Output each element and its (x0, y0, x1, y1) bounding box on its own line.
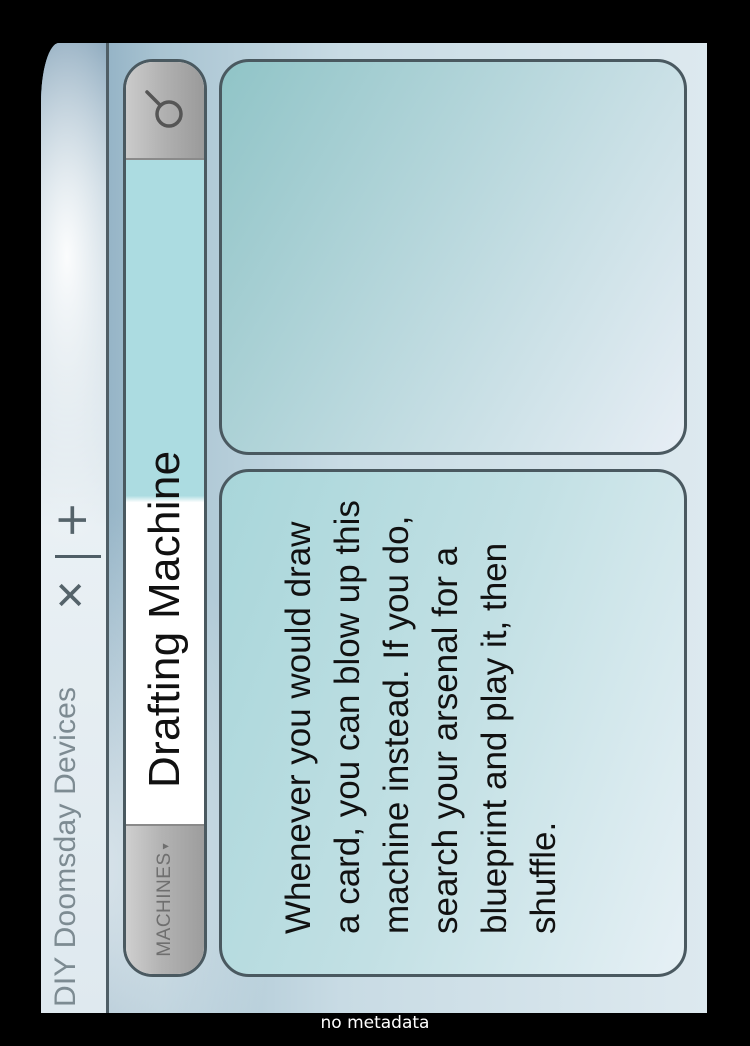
art-box (219, 59, 687, 455)
card-name: Drafting Machine (140, 450, 189, 788)
footer-caption: no metadata (320, 1013, 430, 1033)
tab-title[interactable]: DIY Doomsday Devices (49, 687, 83, 1007)
card-frame: DIY Doomsday Devices ✕ + MACHINES ▾ Draf… (0, 0, 750, 1046)
search-icon (145, 90, 183, 128)
search-bar: MACHINES ▾ Drafting Machine (123, 59, 207, 977)
chevron-down-icon: ▾ (158, 843, 172, 850)
category-label: MACHINES (154, 852, 175, 957)
search-input[interactable]: Drafting Machine (126, 154, 204, 824)
rules-text: Whenever you would draw a card, you can … (279, 500, 563, 934)
rules-text-box: Whenever you would draw a card, you can … (219, 469, 687, 977)
category-dropdown[interactable]: MACHINES ▾ (126, 824, 204, 974)
tab-close-icon[interactable]: ✕ (49, 575, 93, 615)
new-tab-icon[interactable]: + (46, 497, 97, 543)
browser-tab-bar: DIY Doomsday Devices ✕ + (41, 43, 109, 1013)
tab-divider (55, 555, 101, 558)
search-button[interactable] (126, 62, 204, 160)
card: DIY Doomsday Devices ✕ + MACHINES ▾ Draf… (41, 43, 707, 1013)
